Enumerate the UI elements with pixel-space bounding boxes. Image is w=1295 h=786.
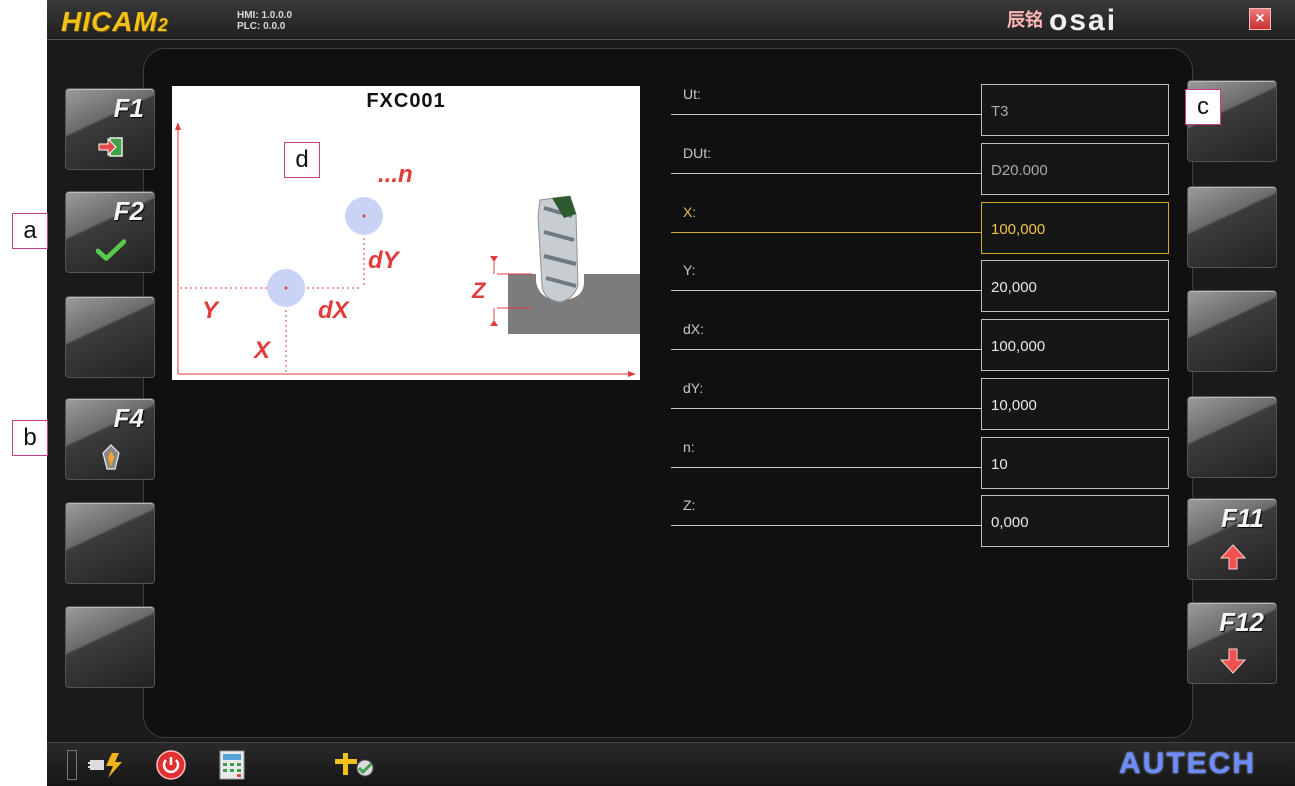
power-plug-icon[interactable] (87, 749, 127, 781)
label-n: ...n (378, 161, 413, 188)
param-dy-field[interactable]: 10,000 (981, 378, 1169, 430)
power-button-icon[interactable] (153, 749, 189, 781)
softkey-f1[interactable]: F1 (65, 88, 155, 170)
calculator-icon[interactable] (217, 749, 247, 781)
param-dut: DUt: D20.000 (671, 143, 1171, 201)
checkmark-icon (96, 236, 126, 264)
label-z: Z (471, 278, 487, 303)
autech-logo: AUTECH (1119, 747, 1256, 780)
tool-icon (96, 443, 126, 471)
arrow-up-icon (1218, 543, 1248, 571)
param-ut: Ut: T3 (671, 84, 1171, 142)
param-x-field[interactable]: 100,000 (981, 202, 1169, 254)
param-dy: dY: 10,000 (671, 378, 1171, 436)
softkey-f8[interactable] (1187, 186, 1277, 268)
param-y-field[interactable]: 20,000 (981, 260, 1169, 312)
param-x: X: 100,000 (671, 202, 1171, 260)
label-dx: dX (318, 297, 351, 324)
callout-a: a (12, 213, 48, 249)
status-bar: AUTECH (47, 742, 1295, 786)
softkey-f5[interactable] (65, 502, 155, 584)
label-dy: dY (368, 247, 401, 274)
vendor-logo: 辰铭 osai (1007, 4, 1118, 37)
callout-c: c (1185, 89, 1221, 125)
param-dut-field[interactable]: D20.000 (981, 143, 1169, 195)
param-label: dX: (683, 321, 705, 337)
version-info: HMI: 1.0.0.0 PLC: 0.0.0 (237, 10, 292, 32)
exit-icon (96, 133, 126, 161)
label-x: X (252, 337, 272, 364)
param-n: n: 10 (671, 437, 1171, 495)
param-label: X: (683, 204, 697, 220)
param-ut-field[interactable]: T3 (981, 84, 1169, 136)
hmi-version: HMI: 1.0.0.0 (237, 10, 293, 21)
param-label: dY: (683, 380, 704, 396)
softkey-f3[interactable] (65, 296, 155, 378)
cycle-diagram: FXC001 ...n dY dX Y X Z d (172, 86, 640, 380)
softkey-f12[interactable]: F12 (1187, 602, 1277, 684)
param-z: Z: 0,000 (671, 495, 1171, 553)
softkey-f4[interactable]: F4 (65, 398, 155, 480)
param-dx-field[interactable]: 100,000 (981, 319, 1169, 371)
param-dx: dX: 100,000 (671, 319, 1171, 377)
param-label: Z: (683, 497, 696, 513)
app-logo: HICAM2 (61, 6, 169, 37)
label-y: Y (202, 297, 220, 324)
title-bar: HICAM2 HMI: 1.0.0.0 PLC: 0.0.0 辰铭 osai × (47, 0, 1295, 40)
cycle-drawing: ...n dY dX Y X Z (175, 122, 640, 377)
param-y: Y: 20,000 (671, 260, 1171, 318)
plc-version: PLC: 0.0.0 (237, 21, 286, 32)
status-indicator (67, 749, 77, 781)
param-label: Y: (683, 262, 696, 278)
hmi-screen: HICAM2 HMI: 1.0.0.0 PLC: 0.0.0 辰铭 osai × … (47, 0, 1295, 786)
close-button[interactable]: × (1249, 8, 1271, 30)
softkey-f9[interactable] (1187, 290, 1277, 372)
softkey-f10[interactable] (1187, 396, 1277, 478)
arrow-down-icon (1218, 647, 1248, 675)
param-label: Ut: (683, 86, 701, 102)
param-label: n: (683, 439, 695, 455)
callout-b: b (12, 420, 48, 456)
softkey-f11[interactable]: F11 (1187, 498, 1277, 580)
axes-icon[interactable] (332, 749, 378, 781)
softkey-f2[interactable]: F2 (65, 191, 155, 273)
param-label: DUt: (683, 145, 711, 161)
param-n-field[interactable]: 10 (981, 437, 1169, 489)
callout-d: d (284, 142, 320, 178)
softkey-f6[interactable] (65, 606, 155, 688)
param-z-field[interactable]: 0,000 (981, 495, 1169, 547)
